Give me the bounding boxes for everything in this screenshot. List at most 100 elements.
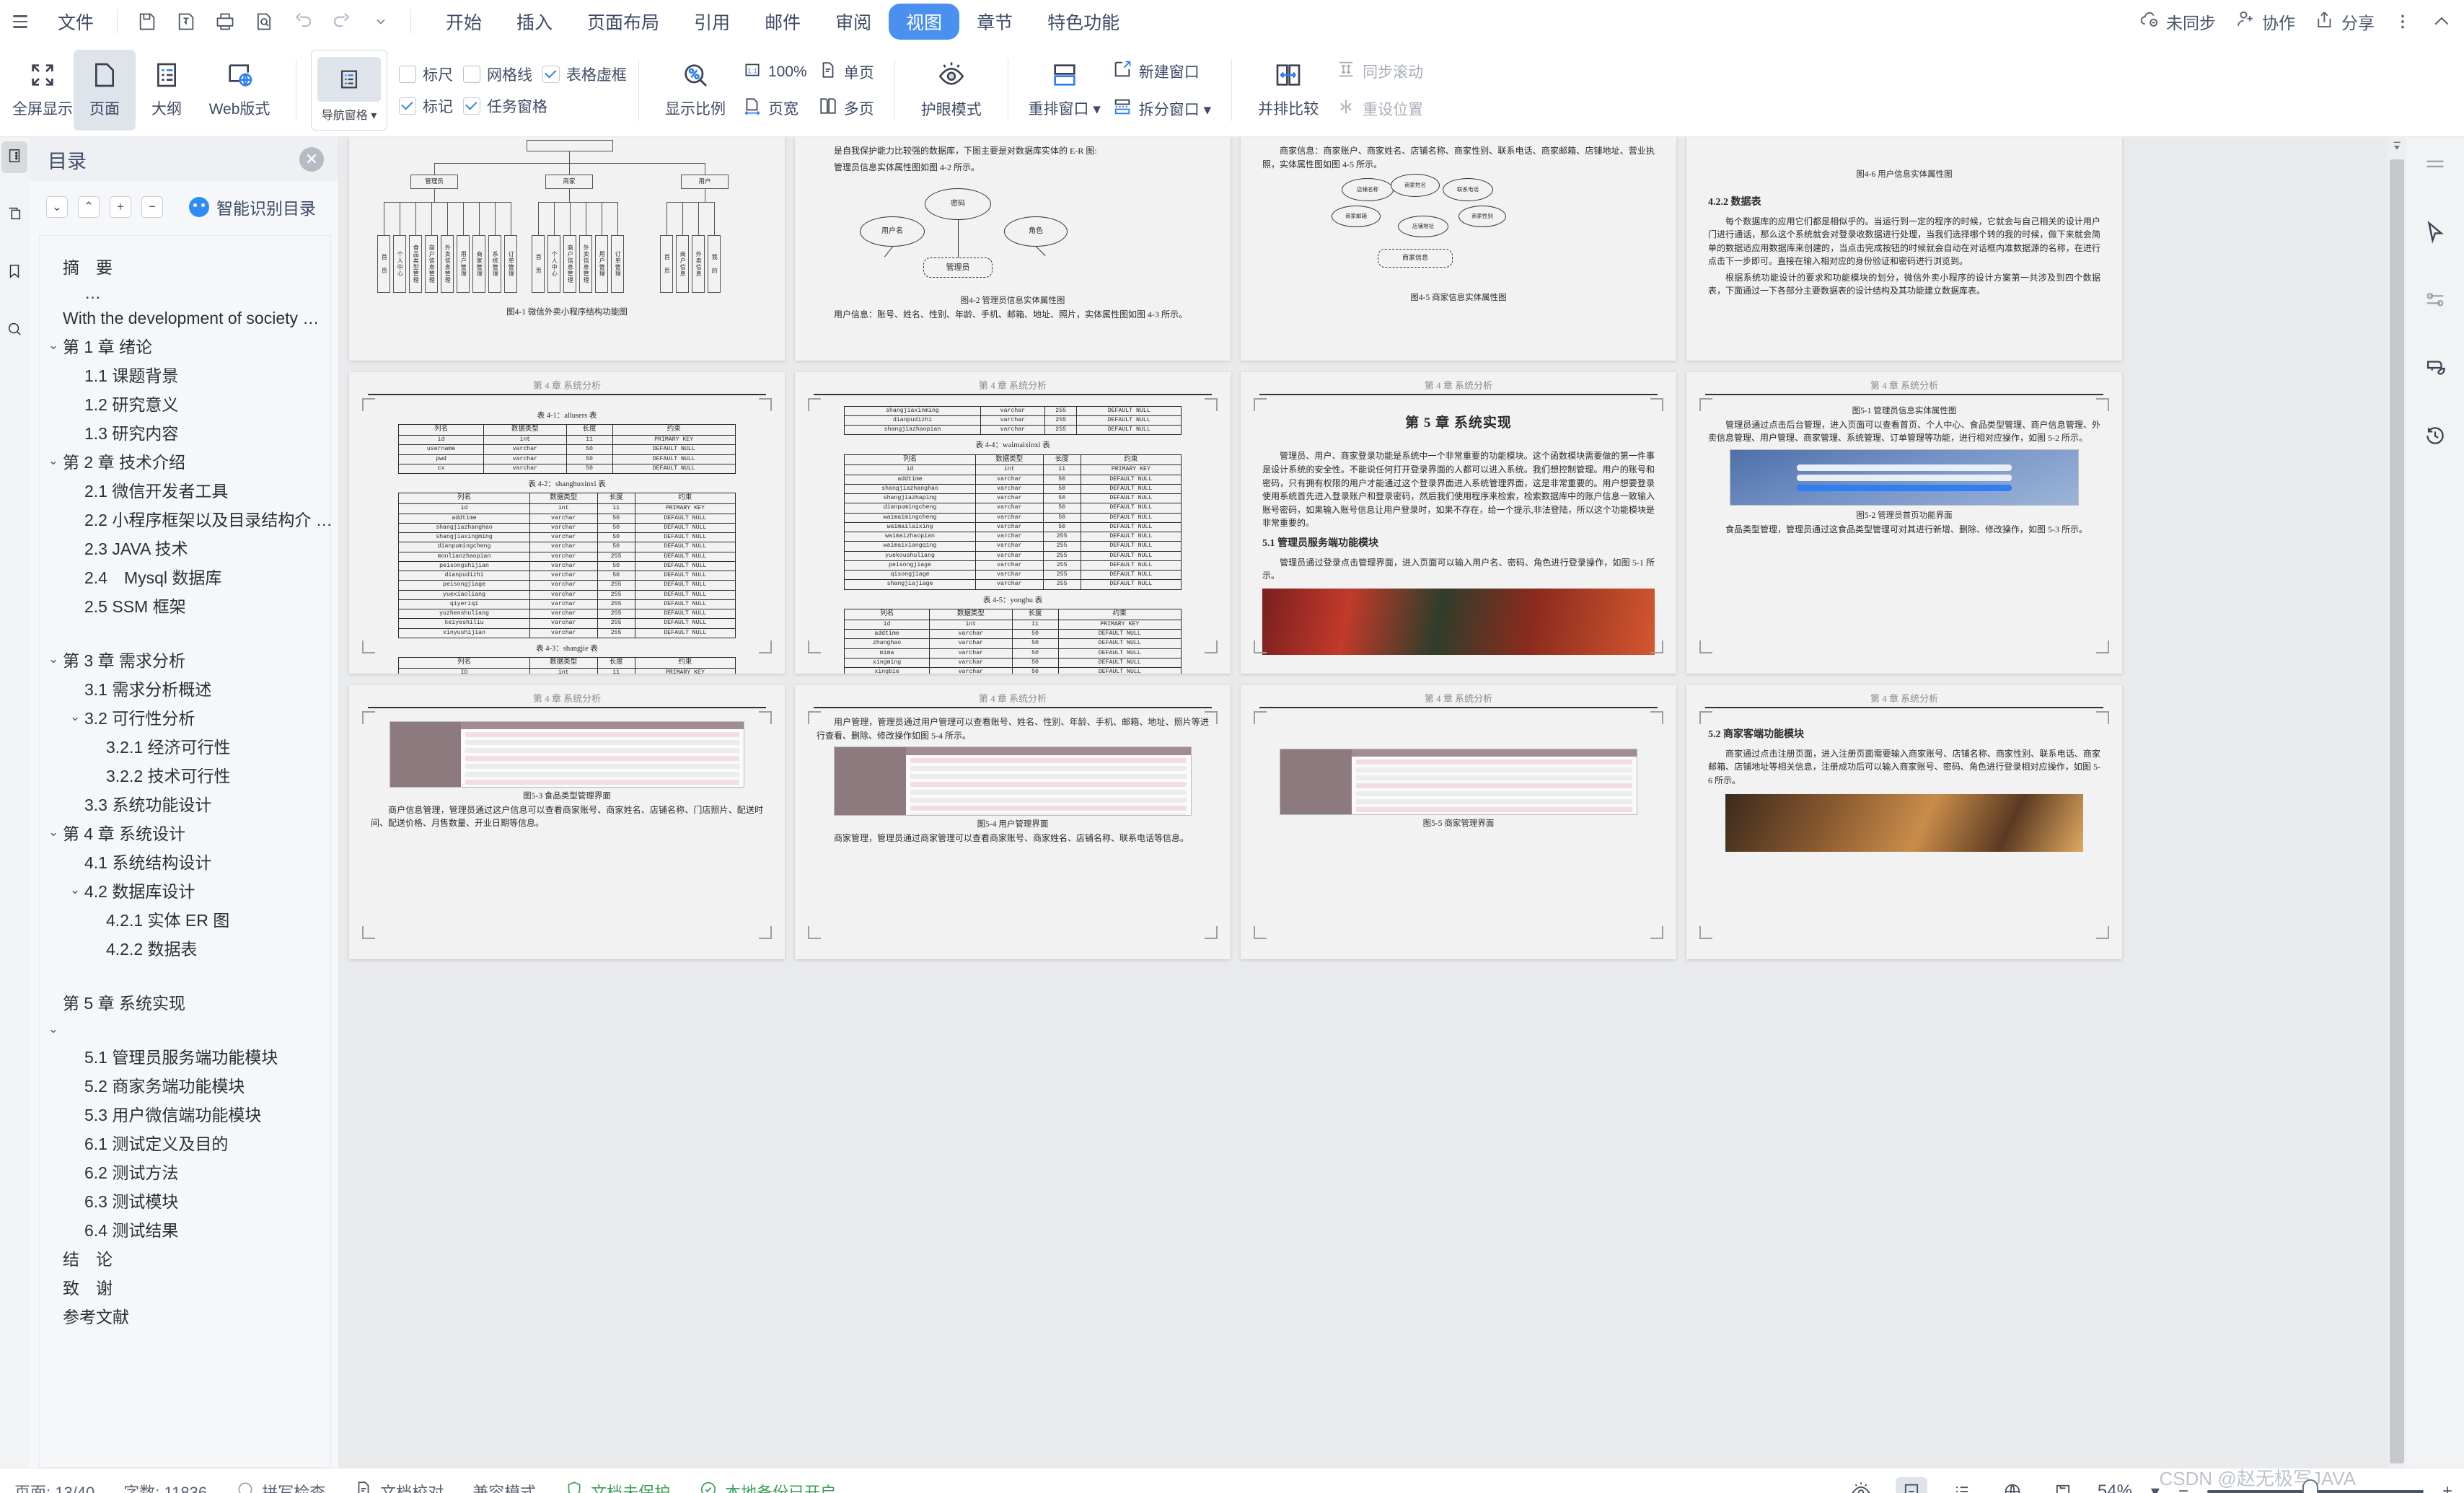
side-by-side-button[interactable]: 并排比较 (1246, 50, 1330, 131)
collaborate-button[interactable]: 协作 (2235, 9, 2295, 35)
document-page[interactable]: 第 4 章 系统分析 用户管理，管理员通过用户管理可以查看账号、姓名、性别、年龄、… (795, 685, 1231, 959)
eye-mode-button[interactable]: 护眼模式 (910, 50, 993, 131)
zoom-ratio-button[interactable]: 显示比例 (654, 50, 737, 131)
word-count[interactable]: 字数: 11836 (123, 1480, 207, 1493)
scroll-top-icon[interactable] (2391, 140, 2403, 155)
tab-chapters[interactable]: 章节 (959, 4, 1030, 40)
document-page[interactable]: 是自我保护能力比较强的数据库，下图主要是对数据库实体的 E-R 图: 管理员信息实… (795, 137, 1231, 361)
page-indicator[interactable]: 页面: 13/40 (14, 1480, 94, 1493)
document-page[interactable]: 图4-6 用户信息实体属性图 4.2.2 数据表 每个数据库的应用它们都是相似乎的。… (1686, 137, 2122, 361)
toc-item[interactable]: 1.3 研究内容 (40, 418, 330, 446)
toc-item[interactable]: 3.2.2 技术可行性 (40, 760, 330, 789)
print-preview-icon[interactable] (252, 9, 276, 34)
chevron-down-icon[interactable]: ⌄ (66, 710, 84, 724)
checkbox-task-pane[interactable]: 任务窗格 (463, 95, 547, 117)
checkbox-box[interactable] (542, 65, 560, 83)
checkbox-table-borders[interactable]: 表格虚框 (542, 63, 627, 85)
rail-bookmark-button[interactable] (1, 257, 27, 289)
checkbox-marks[interactable]: 标记 (399, 95, 453, 117)
rearrange-window-button[interactable]: 重排窗口 ▾ (1023, 50, 1106, 131)
fullscreen-view-status-button[interactable] (2047, 1477, 2079, 1493)
toc-item[interactable]: ⌄ 4.2 数据库设计 (40, 876, 330, 904)
plus-icon[interactable]: + (110, 196, 131, 218)
share-button[interactable]: 分享 (2314, 9, 2375, 35)
document-page[interactable]: 商家信息：商家账户、商家姓名、店铺名称、商家性别、联系电话、商家邮箱、店铺地址、… (1241, 137, 1676, 361)
zoom-slider-knob[interactable] (2302, 1479, 2318, 1493)
toc-item[interactable]: 4.1 系统结构设计 (40, 847, 330, 876)
chevron-down-icon[interactable]: ⌄ (44, 825, 63, 840)
chevron-down-icon[interactable]: ⌄ (44, 1022, 63, 1036)
checkbox-ruler[interactable]: 标尺 (399, 63, 453, 85)
toc-item[interactable]: 2.1 微信开发者工具 (40, 475, 330, 504)
more-vertical-icon[interactable] (2393, 12, 2412, 31)
toc-item[interactable] (40, 620, 330, 645)
save-as-icon[interactable] (174, 9, 198, 34)
toc-item[interactable]: 5.3 用户微信端功能模块 (40, 1099, 330, 1128)
toc-item[interactable]: ⌄ 3.2 可行性分析 (40, 703, 330, 731)
toc-item[interactable]: … (40, 281, 330, 306)
tab-review[interactable]: 审阅 (818, 4, 889, 40)
eye-protection-view-button[interactable] (1845, 1477, 1877, 1493)
nav-pane-button[interactable]: 导航窗格 ▾ (311, 49, 387, 131)
toc-item[interactable]: 2.4 Mysql 数据库 (40, 562, 330, 591)
login-username-field[interactable] (1796, 464, 2012, 471)
zoom-caret-icon[interactable]: ▾ (2151, 1481, 2160, 1493)
tab-references[interactable]: 引用 (677, 4, 747, 40)
tab-mailings[interactable]: 邮件 (747, 4, 818, 40)
zoom-100-button[interactable]: 1:1 100% (740, 58, 810, 86)
rail-catalog-button[interactable] (1, 141, 27, 173)
undo-icon[interactable] (291, 9, 315, 34)
document-page[interactable]: 第 4 章 系统分析 图5-1 管理员信息实体属性图 管理员通过点击后台管理，进入页… (1686, 372, 2122, 674)
toc-item[interactable]: 4.2.2 数据表 (40, 933, 330, 962)
fullscreen-button[interactable]: 全屏显示 (12, 50, 74, 131)
toc-item[interactable]: ⌄ 第 1 章 绪论 (40, 331, 330, 360)
minus-icon[interactable]: − (141, 196, 163, 218)
toc-item[interactable]: 结 论 (40, 1243, 330, 1272)
customize-chevron-icon[interactable] (369, 9, 393, 34)
toc-item[interactable]: 1.2 研究意义 (40, 389, 330, 418)
protection-status[interactable]: 文档未保护 (565, 1480, 670, 1493)
app-menu-icon[interactable] (13, 9, 38, 34)
chevron-down-icon[interactable]: ⌄ (66, 883, 84, 897)
close-icon[interactable]: ✕ (299, 147, 324, 172)
toc-item[interactable]: ⌄ 第 4 章 系统设计 (40, 818, 330, 847)
document-page[interactable]: 第 4 章 系统分析表 4-1：allusers 表列名 数据类型 长度 约束 id in… (349, 372, 785, 674)
save-icon[interactable] (135, 9, 159, 34)
single-page-button[interactable]: 单页 (816, 58, 877, 86)
outline-view-button[interactable]: 大纲 (136, 50, 198, 131)
chevron-down-icon[interactable]: ⌄ (44, 338, 63, 353)
split-window-button[interactable]: 拆分窗口 ▾ (1109, 94, 1214, 123)
toc-item[interactable]: ⌄ 第 2 章 技术介绍 (40, 446, 330, 475)
sliders-icon[interactable] (2416, 281, 2454, 319)
toc-item[interactable]: 摘 要 (40, 252, 330, 281)
backup-status[interactable]: 本地备份已开启 (699, 1480, 836, 1493)
zoom-slider[interactable] (2206, 1477, 2424, 1493)
toc-list[interactable]: 摘 要… With the development of society … ⌄ 第 … (39, 235, 331, 1468)
multi-page-button[interactable]: 多页 (816, 94, 877, 122)
print-icon[interactable] (213, 9, 237, 34)
zoom-in-button[interactable]: + (2442, 1481, 2452, 1493)
eye-care-icon[interactable] (2416, 349, 2454, 387)
cursor-arrow-icon[interactable] (2416, 213, 2454, 251)
spellcheck-toggle[interactable]: 拼写检查 (236, 1480, 325, 1493)
web-layout-button[interactable]: Web版式 (198, 50, 281, 131)
document-page[interactable]: 第 4 章 系统分析第 5 章 系统实现 管理员、用户、商家登录功能是系统中一个非… (1241, 372, 1676, 674)
document-page[interactable]: 第 4 章 系统分析 图5-3 食品类型管理界面 商户信息管理，管理员通过这户信息可… (349, 685, 785, 959)
reset-position-button[interactable]: 重设位置 (1333, 94, 1426, 123)
chevron-up-icon[interactable] (2431, 11, 2452, 32)
toc-item[interactable]: 6.2 测试方法 (40, 1157, 330, 1186)
tab-view[interactable]: 视图 (889, 4, 960, 40)
toc-item[interactable]: 6.1 测试定义及目的 (40, 1128, 330, 1157)
document-page[interactable]: 第 4 章 系统分析 shangjiaxinming varchar 255 DEFAU… (795, 372, 1231, 674)
sync-scroll-button[interactable]: 同步滚动 (1333, 57, 1426, 86)
scrollbar-thumb[interactable] (2390, 159, 2404, 1463)
toc-item[interactable]: 5.1 管理员服务端功能模块 (40, 1041, 330, 1070)
checkbox-box[interactable] (399, 65, 416, 83)
new-window-button[interactable]: 新建窗口 (1109, 57, 1214, 86)
toc-item[interactable]: 3.3 系统功能设计 (40, 789, 330, 818)
zoom-out-button[interactable]: − (2178, 1481, 2188, 1493)
collapse-up-icon[interactable]: ⌃ (78, 196, 100, 218)
document-page[interactable]: 管理员 商家 用户首 页个人中心 食品类型管理 商户信息管理 外卖信息管理 用户管理 商家管理… (349, 137, 785, 361)
expand-down-icon[interactable]: ⌄ (46, 196, 68, 218)
outline-view-status-button[interactable] (1946, 1477, 1978, 1493)
